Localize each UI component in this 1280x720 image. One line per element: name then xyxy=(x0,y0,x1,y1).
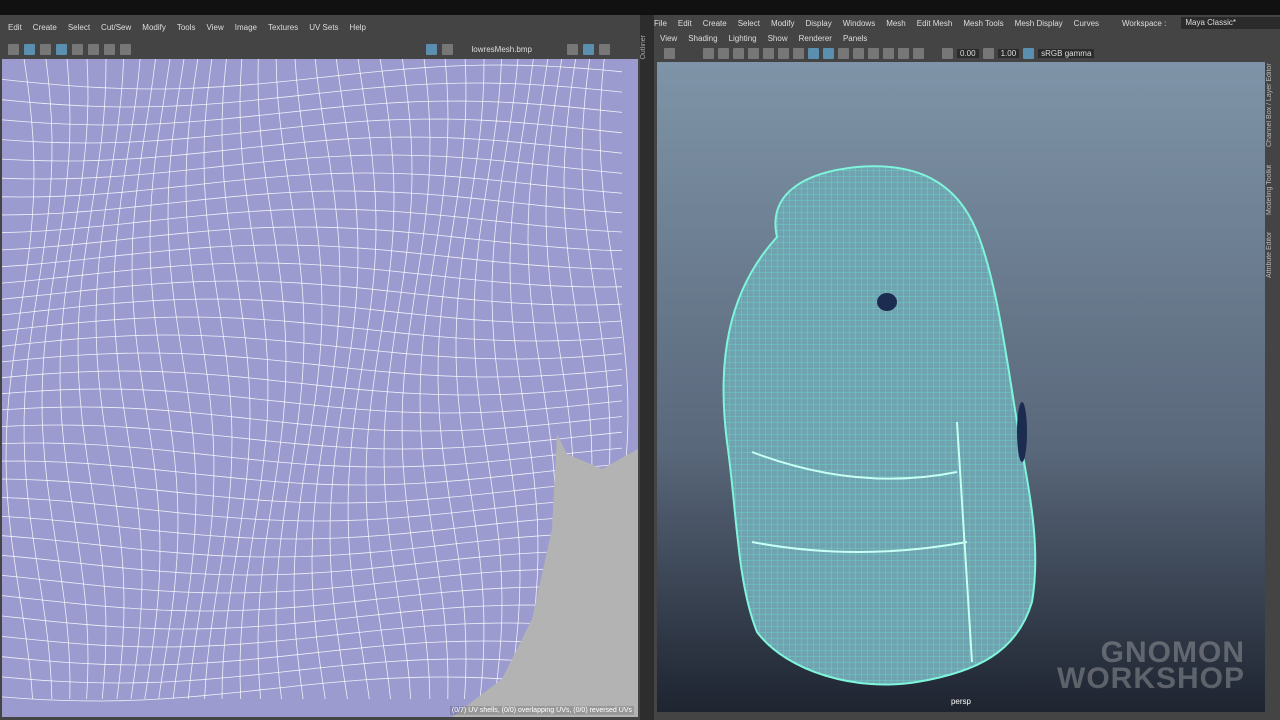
snapshot-icon[interactable] xyxy=(120,43,131,55)
sun-icon[interactable] xyxy=(104,43,115,55)
textured-icon[interactable] xyxy=(838,47,849,59)
modeling-toolkit-tab[interactable]: Modeling Toolkit xyxy=(1266,160,1280,220)
checker-display-icon[interactable] xyxy=(441,43,453,55)
uv-menu-help[interactable]: Help xyxy=(350,23,366,32)
exposure-field[interactable]: 0.00 xyxy=(957,48,979,58)
menu-edit[interactable]: Edit xyxy=(678,19,692,28)
uv-grid xyxy=(2,59,638,717)
ao-icon[interactable] xyxy=(883,47,894,59)
uv-menu-uvsets[interactable]: UV Sets xyxy=(309,23,338,32)
texture-name[interactable]: lowresMesh.bmp xyxy=(472,45,532,54)
uv-toolbar: lowresMesh.bmp xyxy=(0,39,640,59)
distortion-icon[interactable] xyxy=(72,43,83,55)
title-bar xyxy=(0,0,1280,15)
isolate-icon[interactable] xyxy=(898,47,909,59)
panel-menu-show[interactable]: Show xyxy=(768,34,788,43)
panel-menu-bar: View Shading Lighting Show Renderer Pane… xyxy=(654,31,1280,45)
color-management-icon[interactable] xyxy=(1023,47,1035,59)
workspace-label: Workspace : xyxy=(1122,18,1167,28)
slider-icon[interactable] xyxy=(599,43,610,55)
menu-windows[interactable]: Windows xyxy=(843,19,875,28)
image-icon[interactable] xyxy=(583,43,594,55)
panel-menu-panels[interactable]: Panels xyxy=(843,34,867,43)
lights-icon[interactable] xyxy=(853,47,864,59)
uv-editor-window: Edit Create Select Cut/Sew Modify Tools … xyxy=(0,15,640,720)
panel-menu-lighting[interactable]: Lighting xyxy=(729,34,757,43)
uv-menu-create[interactable]: Create xyxy=(33,23,57,32)
maya-main-window: File Edit Create Select Modify Display W… xyxy=(654,15,1280,720)
smooth-shade-icon[interactable] xyxy=(808,47,819,59)
gamma-field[interactable]: 1.00 xyxy=(997,48,1020,58)
exposure-icon[interactable] xyxy=(942,47,953,59)
menu-modify[interactable]: Modify xyxy=(771,19,795,28)
workspace-select[interactable]: Maya Classic* xyxy=(1181,17,1280,29)
color-space-select[interactable]: sRGB gamma xyxy=(1038,48,1095,58)
menu-create[interactable]: Create xyxy=(703,19,727,28)
wireframe-on-shaded-icon[interactable] xyxy=(823,47,834,59)
menu-mesh-display[interactable]: Mesh Display xyxy=(1015,19,1063,28)
menu-edit-mesh[interactable]: Edit Mesh xyxy=(917,19,953,28)
menu-mesh-tools[interactable]: Mesh Tools xyxy=(963,19,1003,28)
uv-status: (0/7) UV shells, (0/0) overlapping UVs, … xyxy=(449,706,634,715)
uv-menu-tools[interactable]: Tools xyxy=(177,23,196,32)
gamma-icon[interactable] xyxy=(982,47,994,59)
uv-canvas[interactable]: (0/7) UV shells, (0/0) overlapping UVs, … xyxy=(2,59,638,717)
bookmark-icon[interactable] xyxy=(718,47,729,59)
attribute-editor-tab[interactable]: Attribute Editor xyxy=(1266,225,1280,285)
panel-splitter[interactable]: Outliner xyxy=(640,15,654,720)
menu-curves[interactable]: Curves xyxy=(1074,19,1099,28)
uv-menu-bar: Edit Create Select Cut/Sew Modify Tools … xyxy=(0,15,640,39)
panel-menu-renderer[interactable]: Renderer xyxy=(799,34,832,43)
camera-attr-icon[interactable] xyxy=(703,47,714,59)
uv-menu-image[interactable]: Image xyxy=(235,23,257,32)
panel-menu-shading[interactable]: Shading xyxy=(688,34,717,43)
camera-icon[interactable] xyxy=(664,47,675,59)
panel-menu-view[interactable]: View xyxy=(660,34,677,43)
viewport-toolbar: 0.00 1.00 sRGB gamma xyxy=(654,45,1280,61)
uv-menu-edit[interactable]: Edit xyxy=(8,23,22,32)
xray-icon[interactable] xyxy=(913,47,924,59)
uv-menu-view[interactable]: View xyxy=(207,23,224,32)
menu-select[interactable]: Select xyxy=(738,19,760,28)
uv-menu-select[interactable]: Select xyxy=(68,23,90,32)
lock-icon[interactable] xyxy=(8,43,19,55)
camera-label: persp xyxy=(950,697,971,706)
menu-display[interactable]: Display xyxy=(806,19,832,28)
outliner-tab[interactable]: Outliner xyxy=(640,35,647,60)
image-plane-icon[interactable] xyxy=(733,47,744,59)
resolution-gate-icon[interactable] xyxy=(778,47,789,59)
grid-icon[interactable] xyxy=(56,43,67,55)
wireframe-icon[interactable] xyxy=(793,47,804,59)
uv-shell-icon[interactable] xyxy=(24,43,35,55)
settings-icon[interactable] xyxy=(567,43,578,55)
uv-menu-textures[interactable]: Textures xyxy=(268,23,298,32)
sculpture-mesh xyxy=(722,165,1037,686)
grid-icon[interactable] xyxy=(748,47,759,59)
viewport-persp[interactable]: GNOMON WORKSHOP persp xyxy=(657,62,1265,712)
uv-select-icon[interactable] xyxy=(40,43,51,55)
maya-menu-bar: File Edit Create Select Modify Display W… xyxy=(654,15,1280,31)
uv-menu-cutsew[interactable]: Cut/Sew xyxy=(101,23,131,32)
image-display-icon[interactable] xyxy=(425,43,437,55)
menu-file[interactable]: File xyxy=(654,19,667,28)
gnomon-workshop-watermark: GNOMON WORKSHOP xyxy=(1057,636,1245,695)
uv-menu-modify[interactable]: Modify xyxy=(142,23,166,32)
film-gate-icon[interactable] xyxy=(763,47,774,59)
channel-box-tab[interactable]: Channel Box / Layer Editor xyxy=(1266,55,1280,155)
menu-mesh[interactable]: Mesh xyxy=(886,19,906,28)
checker-icon[interactable] xyxy=(88,43,99,55)
shadows-icon[interactable] xyxy=(868,47,879,59)
